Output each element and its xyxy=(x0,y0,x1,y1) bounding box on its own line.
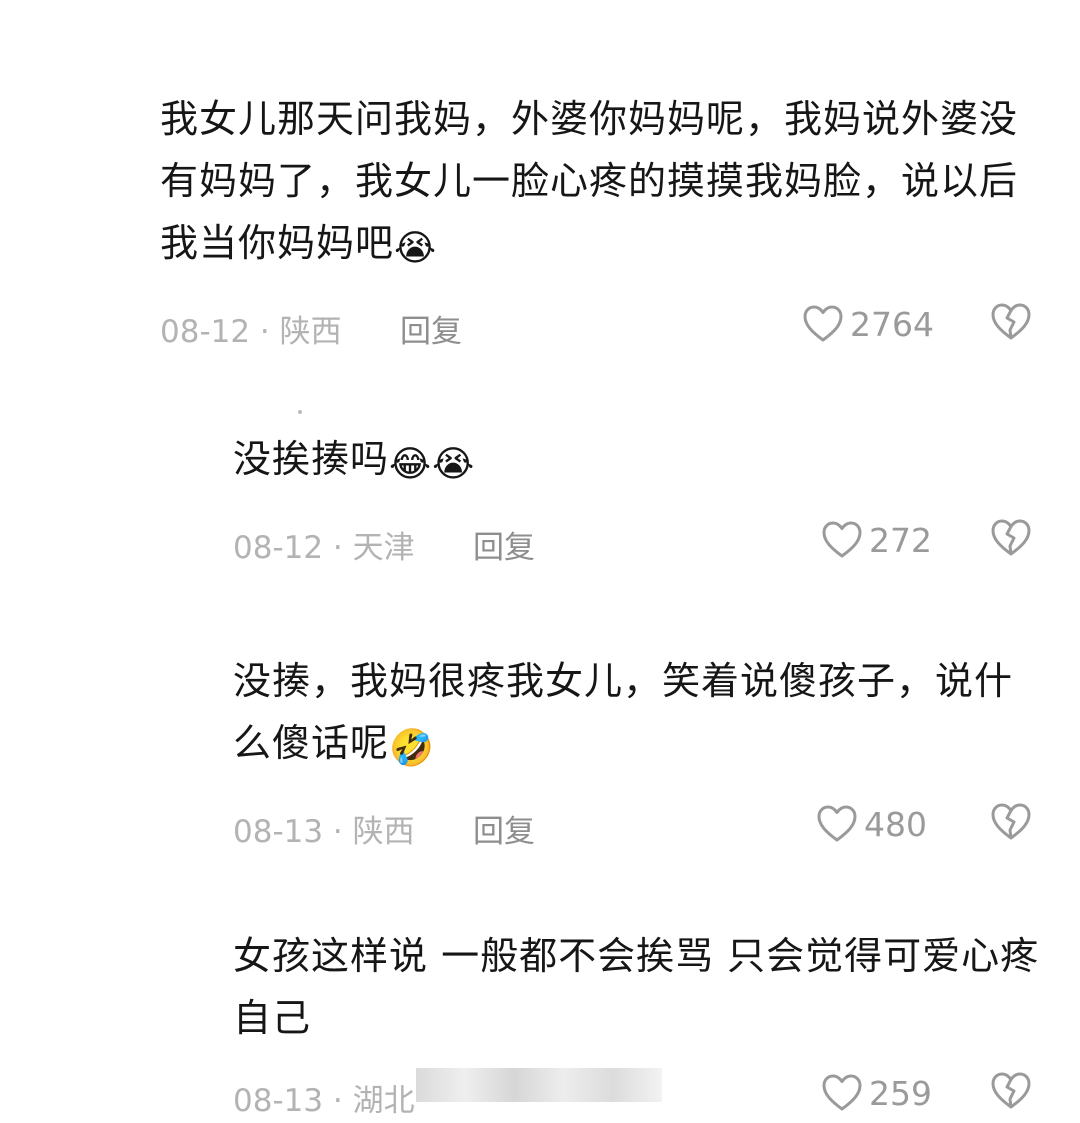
comment-text: 我女儿那天问我妈，外婆你妈妈呢，我妈说外婆没有妈妈了，我女儿一脸心疼的摸摸我妈脸… xyxy=(160,97,1019,269)
comment-date-location: 08-13 · 陕西 xyxy=(233,814,415,850)
comment-text: 女孩这样说 一般都不会挨骂 只会觉得可爱心疼自己 xyxy=(233,934,1040,1040)
like-button[interactable]: 2764 xyxy=(802,302,934,346)
heart-outline-icon xyxy=(821,1073,863,1113)
like-count: 272 xyxy=(869,520,932,560)
reply-button[interactable]: 回复 xyxy=(473,806,535,851)
reply-item: 没揍，我妈很疼我女儿，笑着说傻孩子，说什么傻话呢🤣 08-13 · 陕西 回复 … xyxy=(233,650,1040,854)
like-count: 480 xyxy=(864,804,927,844)
reply-button[interactable]: 回复 xyxy=(400,306,462,351)
broken-heart-icon[interactable] xyxy=(990,1071,1032,1111)
comment-item: 我女儿那天问我妈，外婆你妈妈呢，我妈说外婆没有妈妈了，我女儿一脸心疼的摸摸我妈脸… xyxy=(160,88,1040,354)
heart-outline-icon xyxy=(821,520,863,560)
divider-dot xyxy=(298,410,302,414)
comment-text: 没挨揍吗😂😭 xyxy=(233,437,476,485)
reply-button[interactable]: 回复 xyxy=(473,522,535,567)
crying-emoji: 😭 xyxy=(394,228,438,269)
comment-date-location: 08-12 · 陕西 xyxy=(160,314,342,350)
like-button[interactable]: 480 xyxy=(816,802,927,846)
heart-outline-icon xyxy=(816,804,858,844)
broken-heart-icon[interactable] xyxy=(990,302,1032,342)
broken-heart-icon[interactable] xyxy=(990,802,1032,842)
rolling-laughing-emoji: 🤣 xyxy=(389,728,435,769)
comment-date-location: 08-13 · 湖北 xyxy=(233,1083,415,1119)
comment-meta: 08-12 · 天津 回复 272 xyxy=(233,510,1040,570)
broken-heart-icon[interactable] xyxy=(990,518,1032,558)
comment-text: 没揍，我妈很疼我女儿，笑着说傻孩子，说什么傻话呢🤣 xyxy=(233,659,1014,769)
like-button[interactable]: 259 xyxy=(821,1071,932,1115)
comment-meta: 08-12 · 陕西 回复 2764 xyxy=(160,294,1040,354)
reply-item: 没挨揍吗😂😭 08-12 · 天津 回复 272 xyxy=(233,428,1040,570)
laughing-crying-emoji: 😂😭 xyxy=(389,444,476,485)
like-count: 259 xyxy=(869,1073,932,1113)
like-button[interactable]: 272 xyxy=(821,518,932,562)
comment-meta: 08-13 · 陕西 回复 480 xyxy=(233,794,1040,854)
heart-outline-icon xyxy=(802,304,844,344)
watermark-overlay xyxy=(416,1068,662,1102)
comment-date-location: 08-12 · 天津 xyxy=(233,530,415,566)
like-count: 2764 xyxy=(850,304,934,344)
